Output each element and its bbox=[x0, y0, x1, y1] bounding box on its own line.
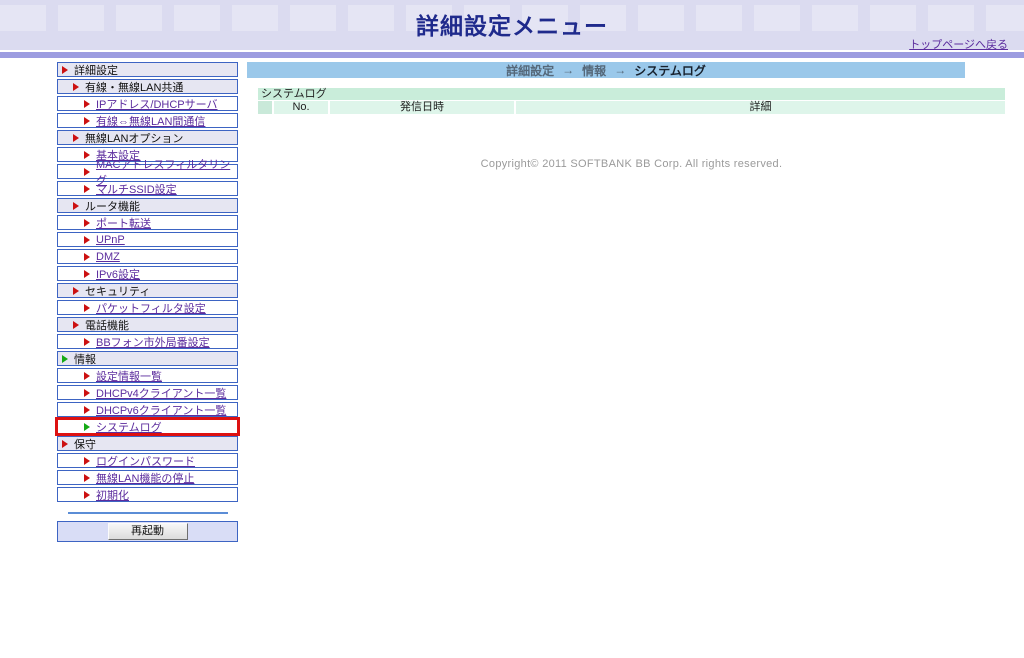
red-arrow-icon bbox=[84, 151, 90, 159]
red-arrow-icon bbox=[84, 117, 90, 125]
sidebar-item-label: 電話機能 bbox=[85, 317, 129, 333]
sidebar-item[interactable]: IPアドレス/DHCPサーバ bbox=[57, 96, 238, 111]
log-col-detail: 詳細 bbox=[516, 101, 1005, 114]
sidebar-item[interactable]: システムログ bbox=[57, 419, 238, 434]
sidebar-item[interactable]: BBフォン市外局番設定 bbox=[57, 334, 238, 349]
red-arrow-icon bbox=[84, 185, 90, 193]
sidebar-item-label: 有線・無線LAN共通 bbox=[85, 79, 183, 95]
sidebar-item: ルータ機能 bbox=[57, 198, 238, 213]
header-divider-bar bbox=[0, 50, 1024, 58]
sidebar-item[interactable]: MACアドレスフィルタリング bbox=[57, 164, 238, 179]
red-arrow-icon bbox=[62, 66, 68, 74]
copyright-text: Copyright© 2011 SOFTBANK BB Corp. All ri… bbox=[258, 158, 1005, 170]
sidebar-item-label[interactable]: 有線⇔無線LAN間通信 bbox=[96, 113, 205, 129]
breadcrumb-item: 詳細設定 bbox=[506, 62, 554, 79]
sidebar-item: 有線・無線LAN共通 bbox=[57, 79, 238, 94]
sidebar-item-label[interactable]: IPv6設定 bbox=[96, 266, 140, 282]
sidebar-item-label: 詳細設定 bbox=[74, 62, 118, 78]
sidebar-item-label[interactable]: DHCPv6クライアント一覧 bbox=[96, 402, 226, 418]
sidebar-item-label: 情報 bbox=[74, 351, 96, 367]
sidebar-separator bbox=[68, 512, 228, 514]
red-arrow-icon bbox=[84, 168, 90, 176]
sidebar-item[interactable]: DHCPv6クライアント一覧 bbox=[57, 402, 238, 417]
breadcrumb-separator: → bbox=[562, 63, 574, 77]
sidebar-item: 無線LANオプション bbox=[57, 130, 238, 145]
log-table-header-row: No. 発信日時 詳細 bbox=[258, 101, 1005, 114]
sidebar-item-label[interactable]: パケットフィルタ設定 bbox=[96, 300, 206, 316]
red-arrow-icon bbox=[73, 287, 79, 295]
red-arrow-icon bbox=[84, 236, 90, 244]
sidebar-item-label[interactable]: UPnP bbox=[96, 234, 125, 246]
green-arrow-icon bbox=[84, 423, 90, 431]
sidebar-item[interactable]: ログインパスワード bbox=[57, 453, 238, 468]
red-arrow-icon bbox=[73, 321, 79, 329]
red-arrow-icon bbox=[84, 270, 90, 278]
log-table-title: システムログ bbox=[258, 88, 1005, 100]
sidebar-item-label: 無線LANオプション bbox=[85, 130, 183, 146]
sidebar-item-label[interactable]: ログインパスワード bbox=[96, 453, 195, 469]
sidebar-item[interactable]: 有線⇔無線LAN間通信 bbox=[57, 113, 238, 128]
system-log-table: システムログ No. 発信日時 詳細 bbox=[258, 88, 1005, 114]
sidebar-item-label: ルータ機能 bbox=[85, 198, 140, 214]
sidebar-item[interactable]: ポート転送 bbox=[57, 215, 238, 230]
sidebar-item-label[interactable]: システムログ bbox=[96, 419, 162, 435]
red-arrow-icon bbox=[84, 372, 90, 380]
red-arrow-icon bbox=[84, 304, 90, 312]
sidebar-item[interactable]: 設定情報一覧 bbox=[57, 368, 238, 383]
sidebar-item: 情報 bbox=[57, 351, 238, 366]
sidebar-item: 保守 bbox=[57, 436, 238, 451]
page-title: 詳細設定メニュー bbox=[0, 0, 1024, 41]
sidebar-item[interactable]: 無線LAN機能の停止 bbox=[57, 470, 238, 485]
back-to-top-link[interactable]: トップページへ戻る bbox=[909, 36, 1008, 52]
red-arrow-icon bbox=[84, 100, 90, 108]
sidebar-item-label[interactable]: 設定情報一覧 bbox=[96, 368, 162, 384]
green-arrow-icon bbox=[62, 355, 68, 363]
sidebar-item-label: セキュリティ bbox=[85, 283, 150, 299]
sidebar-item-label[interactable]: 初期化 bbox=[96, 487, 129, 503]
sidebar-item: 詳細設定 bbox=[57, 62, 238, 77]
breadcrumb-item: システムログ bbox=[634, 62, 706, 79]
sidebar-item-label[interactable]: マルチSSID設定 bbox=[96, 181, 177, 197]
reboot-button[interactable]: 再起動 bbox=[108, 523, 188, 540]
sidebar-item: セキュリティ bbox=[57, 283, 238, 298]
sidebar-item-label: 保守 bbox=[74, 436, 96, 452]
sidebar-item-label[interactable]: IPアドレス/DHCPサーバ bbox=[96, 96, 218, 112]
red-arrow-icon bbox=[84, 474, 90, 482]
sidebar-item-label[interactable]: DMZ bbox=[96, 251, 120, 263]
red-arrow-icon bbox=[73, 202, 79, 210]
sidebar-item[interactable]: IPv6設定 bbox=[57, 266, 238, 281]
main-content: 詳細設定 → 情報 → システムログ システムログ No. 発信日時 詳細 Copyri… bbox=[238, 58, 1024, 170]
sidebar-item[interactable]: DMZ bbox=[57, 249, 238, 264]
sidebar-item[interactable]: 初期化 bbox=[57, 487, 238, 502]
sidebar-item-label[interactable]: ポート転送 bbox=[96, 215, 151, 231]
red-arrow-icon bbox=[73, 83, 79, 91]
red-arrow-icon bbox=[84, 253, 90, 261]
breadcrumb: 詳細設定 → 情報 → システムログ bbox=[247, 62, 965, 78]
red-arrow-icon bbox=[73, 134, 79, 142]
page-header: 詳細設定メニュー トップページへ戻る bbox=[0, 0, 1024, 50]
sidebar-menu: 詳細設定有線・無線LAN共通IPアドレス/DHCPサーバ有線⇔無線LAN間通信無… bbox=[57, 62, 238, 502]
sidebar-item-label[interactable]: DHCPv4クライアント一覧 bbox=[96, 385, 226, 401]
log-col-blank bbox=[258, 101, 272, 114]
sidebar: 詳細設定有線・無線LAN共通IPアドレス/DHCPサーバ有線⇔無線LAN間通信無… bbox=[57, 62, 238, 542]
sidebar-item: 電話機能 bbox=[57, 317, 238, 332]
red-arrow-icon bbox=[62, 440, 68, 448]
breadcrumb-separator: → bbox=[614, 63, 626, 77]
red-arrow-icon bbox=[84, 457, 90, 465]
log-col-date: 発信日時 bbox=[330, 101, 514, 114]
sidebar-item[interactable]: パケットフィルタ設定 bbox=[57, 300, 238, 315]
sidebar-item[interactable]: DHCPv4クライアント一覧 bbox=[57, 385, 238, 400]
red-arrow-icon bbox=[84, 389, 90, 397]
red-arrow-icon bbox=[84, 406, 90, 414]
sidebar-item-label[interactable]: BBフォン市外局番設定 bbox=[96, 334, 210, 350]
red-arrow-icon bbox=[84, 491, 90, 499]
log-col-no: No. bbox=[274, 101, 328, 114]
sidebar-item-label[interactable]: 無線LAN機能の停止 bbox=[96, 470, 194, 486]
sidebar-item[interactable]: UPnP bbox=[57, 232, 238, 247]
red-arrow-icon bbox=[84, 219, 90, 227]
breadcrumb-item: 情報 bbox=[582, 62, 606, 79]
reboot-row: 再起動 bbox=[57, 521, 238, 542]
red-arrow-icon bbox=[84, 338, 90, 346]
